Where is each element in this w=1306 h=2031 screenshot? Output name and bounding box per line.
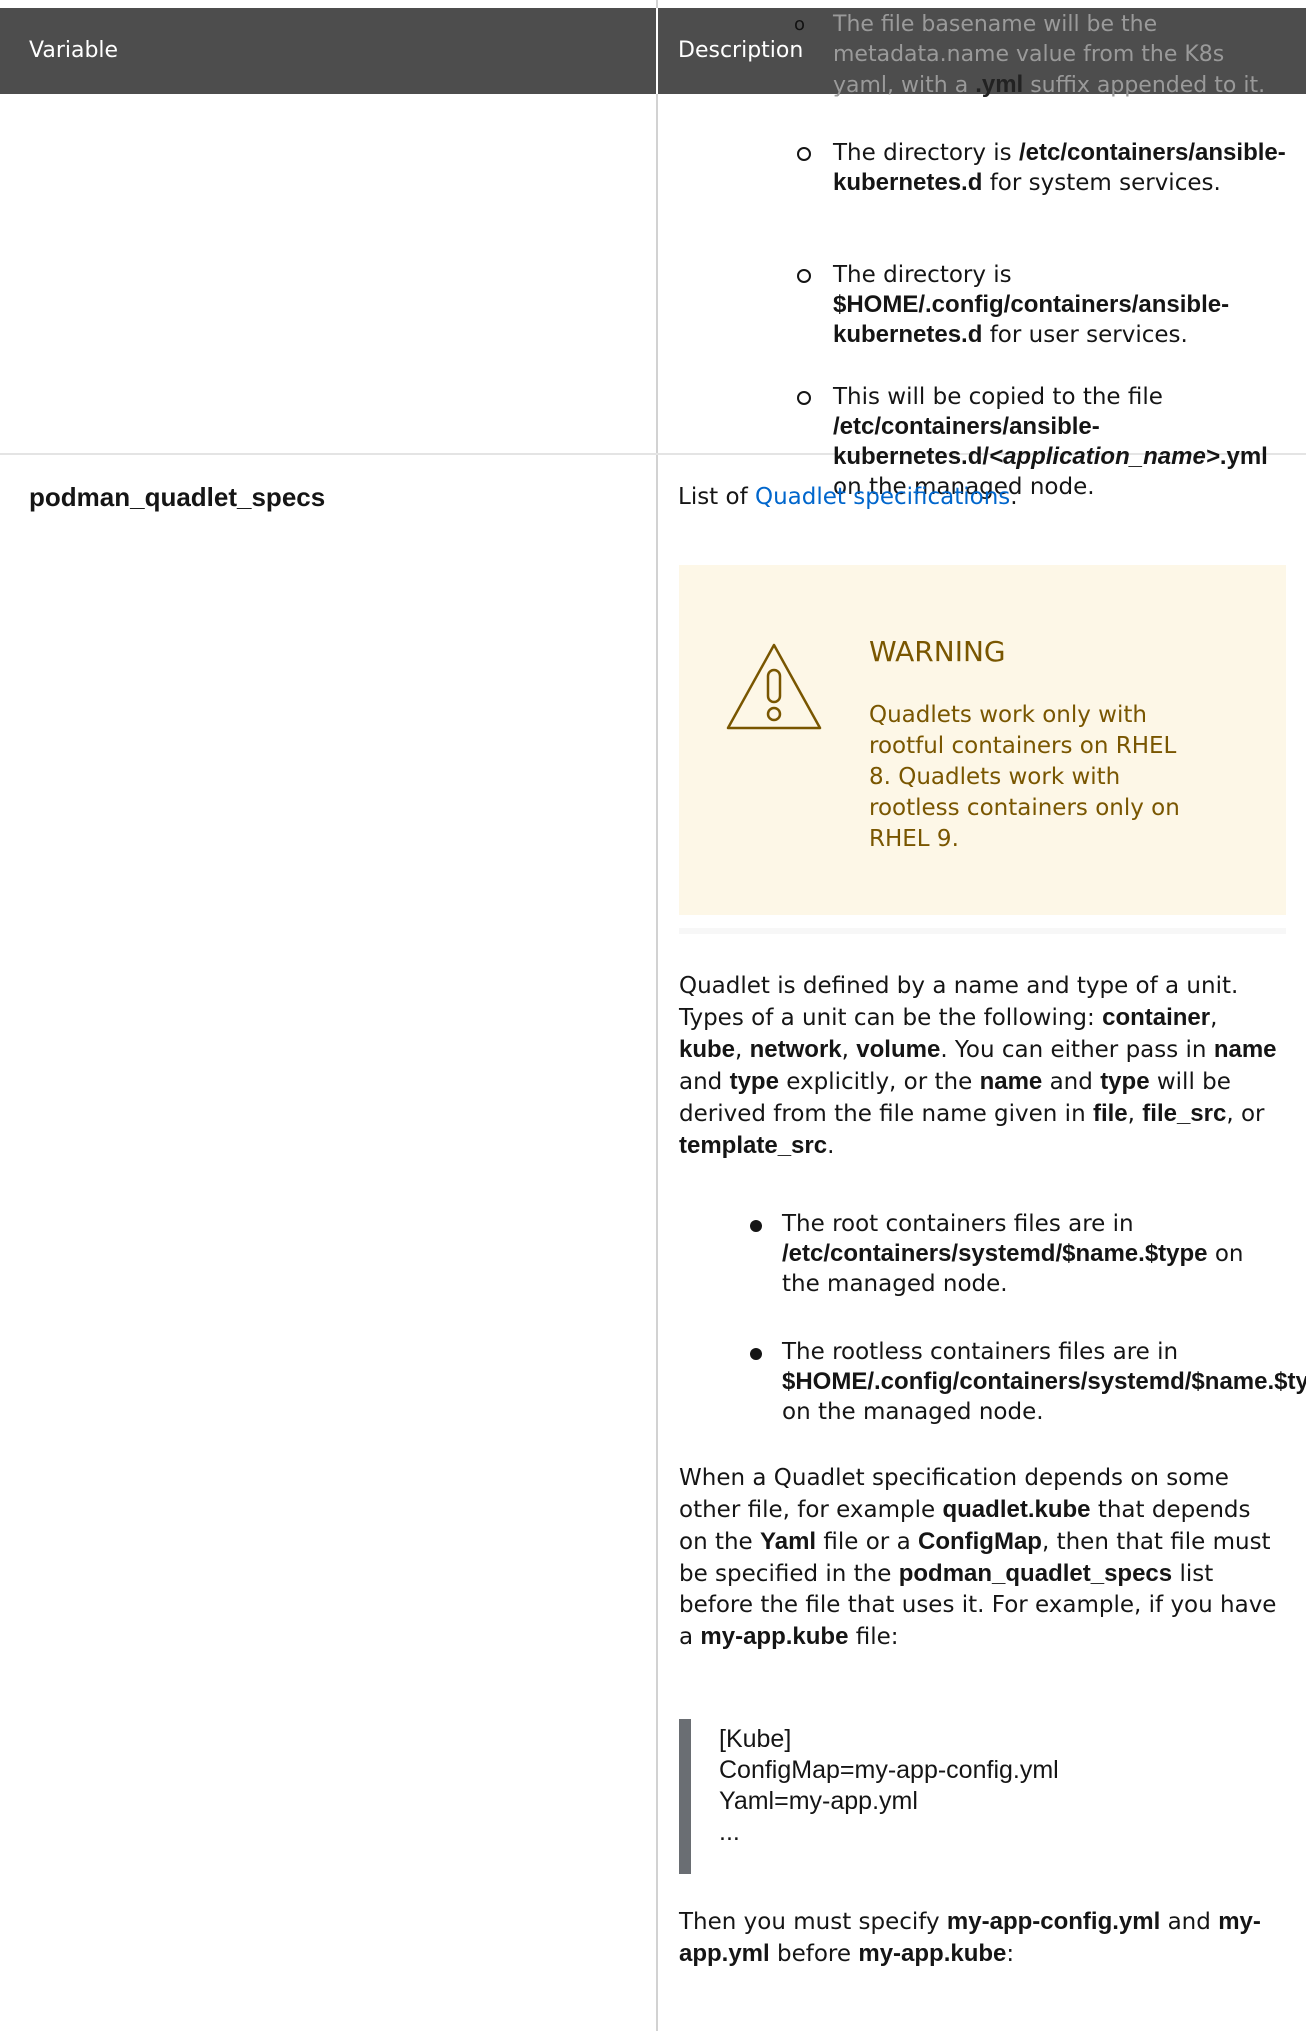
variable-name: podman_quadlet_specs (29, 482, 326, 512)
code-line: ConfigMap=my-app-config.yml (719, 1756, 1059, 1784)
warning-title: WARNING (869, 635, 1006, 668)
circle-bullet-icon (797, 269, 811, 283)
header-variable: Variable (29, 38, 119, 63)
header-description: Description (678, 38, 804, 63)
warning-triangle-icon (726, 643, 822, 730)
quadlet-specifications-link[interactable]: Quadlet specifications (755, 484, 1010, 510)
header-divider (656, 8, 658, 94)
code-line: Yaml=my-app.yml (719, 1787, 918, 1815)
circle-bullet-icon (797, 147, 811, 161)
quadlet-definition-paragraph: Quadlet is defined by a name and type of… (679, 973, 1277, 1159)
code-block: [Kube] ConfigMap=my-app-config.yml Yaml=… (679, 1719, 1286, 1874)
warning-admonition: WARNING Quadlets work only with rootful … (679, 565, 1286, 915)
code-block-bar (679, 1719, 691, 1874)
bullet-dot-icon (750, 1220, 762, 1232)
divider (679, 928, 1286, 934)
code-line: [Kube] (719, 1725, 792, 1753)
dependency-paragraph: When a Quadlet specification depends on … (679, 1465, 1277, 1650)
bullet-dot-icon (750, 1348, 762, 1360)
variables-table: o The file basename will be the metadata… (0, 0, 1306, 2031)
previous-list-item-overlay: o The file basename will be the metadata… (794, 12, 1266, 98)
warning-text: Quadlets work only with rootful containe… (869, 702, 1180, 852)
list-intro: List of Quadlet specifications. (678, 484, 1018, 510)
order-paragraph: Then you must specify my-app-config.yml … (679, 1908, 1261, 1967)
circle-bullet-icon (797, 391, 811, 405)
column-divider (656, 0, 658, 2031)
code-line: ... (719, 1818, 740, 1846)
circle-bullet-icon: o (794, 14, 806, 35)
